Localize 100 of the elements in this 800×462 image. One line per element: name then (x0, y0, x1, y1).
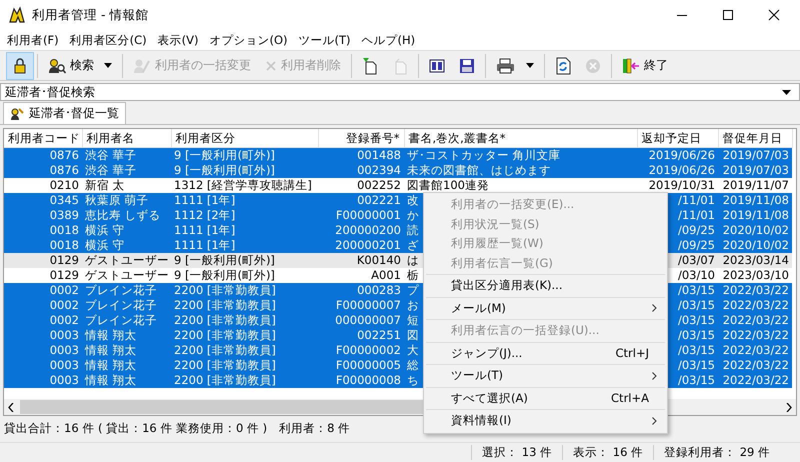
table-cell: 未来の図書館、はじめます (407, 163, 551, 177)
table-cell: F00000001 (336, 208, 401, 222)
table-cell: 0210 (50, 178, 79, 192)
delete-icon (265, 60, 277, 72)
table-cell: 002251 (357, 328, 401, 342)
table-cell: 9 [一般利用(町外)] (174, 163, 275, 177)
table-cell: 2022/03/22 (722, 343, 789, 357)
table-cell: 1111 [1年] (174, 238, 236, 252)
table-cell: 2019/11/08 (722, 208, 789, 222)
toolbar-button[interactable]: 終了 (615, 52, 675, 80)
table-cell: 短 (407, 313, 419, 327)
toolbar-button[interactable]: 検索 (41, 52, 119, 80)
table-cell: K00140 (356, 253, 401, 267)
table-cell: F00000008 (336, 373, 401, 387)
caret-icon[interactable] (782, 90, 791, 94)
table-cell: 0345 (50, 193, 79, 207)
table-cell: ち (407, 373, 419, 387)
menu-item[interactable]: 表示(V) (152, 32, 204, 48)
table-cell: 2200 [非常勤教員] (174, 328, 276, 342)
menu-item[interactable]: メール(M) (424, 298, 667, 318)
table-cell: 0876 (50, 148, 79, 162)
table-cell: 2019/06/26 (648, 148, 715, 162)
table-cell: A001 (371, 268, 401, 282)
table-cell: 000000007 (335, 313, 401, 327)
table-cell: F00000005 (336, 358, 401, 372)
table-cell: 0018 (50, 238, 79, 252)
menu-item[interactable]: オプション(O) (204, 32, 294, 48)
table-cell: 2022/03/22 (722, 328, 789, 342)
caret-icon[interactable] (526, 63, 534, 68)
table-cell: 情報 翔太 (85, 328, 137, 342)
menu-item[interactable]: ツール(T) (424, 366, 667, 386)
menu-item[interactable]: 貸出区分適用表(K)... (424, 276, 667, 296)
table-cell: は (407, 253, 419, 267)
menu-item[interactable]: すべて選択(A) Ctrl+A (424, 388, 667, 408)
table-cell: 横浜 守 (85, 223, 125, 237)
menu-item[interactable]: 資料情報(I) (424, 411, 667, 430)
table-cell: 情報 翔太 (85, 358, 137, 372)
table-cell: 1312 [経営学専攻聴講生] (174, 178, 312, 192)
table-cell: ゲストユーザー (85, 253, 169, 267)
menu-item[interactable]: 利用者(F) (2, 32, 65, 48)
menu-item[interactable]: ジャンプ(J)... Ctrl+J (424, 344, 667, 363)
table-cell: /03/15 (678, 373, 715, 387)
table-cell: 2019/10/31 (648, 178, 715, 192)
table-cell: 002394 (357, 163, 401, 177)
summary-text: 貸出合計：16 件 ( 貸出：16 件 業務使用：0 件 ) 利用者：8 件 (4, 421, 350, 436)
table-cell: 9 [一般利用(町外)] (174, 253, 275, 267)
table-cell: 2200 [非常勤教員] (174, 298, 276, 312)
table-cell: 0002 (50, 313, 79, 327)
table-cell: 0129 (50, 253, 79, 267)
table-cell: 2022/03/22 (722, 298, 789, 312)
search-mode-dropdown[interactable]: 延滞者･督促検索 (0, 83, 800, 101)
table-cell: ザ･コストカッター 角川文庫 (407, 148, 561, 162)
table-cell: か (407, 208, 419, 222)
table-cell: 200000201 (335, 238, 401, 252)
table-cell: 2022/03/22 (722, 358, 789, 372)
table-cell: 2200 [非常勤教員] (174, 358, 276, 372)
table-cell: 2200 [非常勤教員] (174, 313, 276, 327)
table-cell: 図書館100連発 (407, 178, 489, 192)
table-cell: 1111 [1年] (174, 193, 236, 207)
table-cell: 2019/07/03 (722, 163, 789, 177)
tab[interactable]: 延滞者･督促一覧 (3, 102, 126, 124)
table-cell: ゲストユーザー (85, 268, 169, 282)
exit-icon (622, 58, 640, 74)
table-cell: 1112 [2年] (174, 208, 236, 222)
table-cell: 総 (407, 358, 419, 372)
menu-item[interactable]: ヘルプ(H) (356, 32, 422, 48)
menu-item[interactable]: ツール(T) (293, 32, 356, 48)
maximize-icon[interactable] (722, 9, 734, 21)
refresh-icon (555, 56, 571, 74)
table-cell: 000283 (357, 283, 401, 297)
table-cell: F00000002 (336, 343, 401, 357)
scroll-right-icon[interactable] (786, 402, 792, 412)
table-cell: 2019/11/07 (722, 178, 789, 192)
table-cell: 2019/06/26 (648, 163, 715, 177)
table-cell: 0003 (50, 358, 79, 372)
table-cell: 新宿 太 (85, 178, 125, 192)
caret-icon[interactable] (104, 63, 112, 68)
menu-item[interactable]: 利用者区分(C) (64, 32, 153, 48)
table-cell: 0876 (50, 163, 79, 177)
table-cell: 2200 [非常勤教員] (174, 343, 276, 357)
table-cell: 0002 (50, 283, 79, 297)
table-cell: 2020/10/02 (722, 223, 789, 237)
table-cell: 9 [一般利用(町外)] (174, 268, 275, 282)
save-icon (459, 58, 475, 74)
table-cell: 秋葉原 萌子 (85, 193, 149, 207)
table-cell: ブレイン花子 (85, 283, 157, 297)
table-cell: 2022/03/22 (722, 373, 789, 387)
table-cell: F00000007 (336, 298, 401, 312)
close-icon[interactable] (768, 9, 780, 21)
table-cell: 0002 (50, 298, 79, 312)
table-cell: /03/15 (678, 283, 715, 297)
person-icon (10, 107, 24, 120)
status-text: 表示： 16 件 (562, 445, 654, 460)
lock-button[interactable] (6, 52, 34, 80)
scroll-left-icon[interactable] (8, 402, 14, 412)
table-cell: /09/25 (678, 238, 715, 252)
table-cell: /03/15 (678, 313, 715, 327)
table-cell: 002252 (357, 178, 401, 192)
person-edit-icon (133, 58, 151, 74)
table-cell: 横浜 守 (85, 238, 125, 252)
